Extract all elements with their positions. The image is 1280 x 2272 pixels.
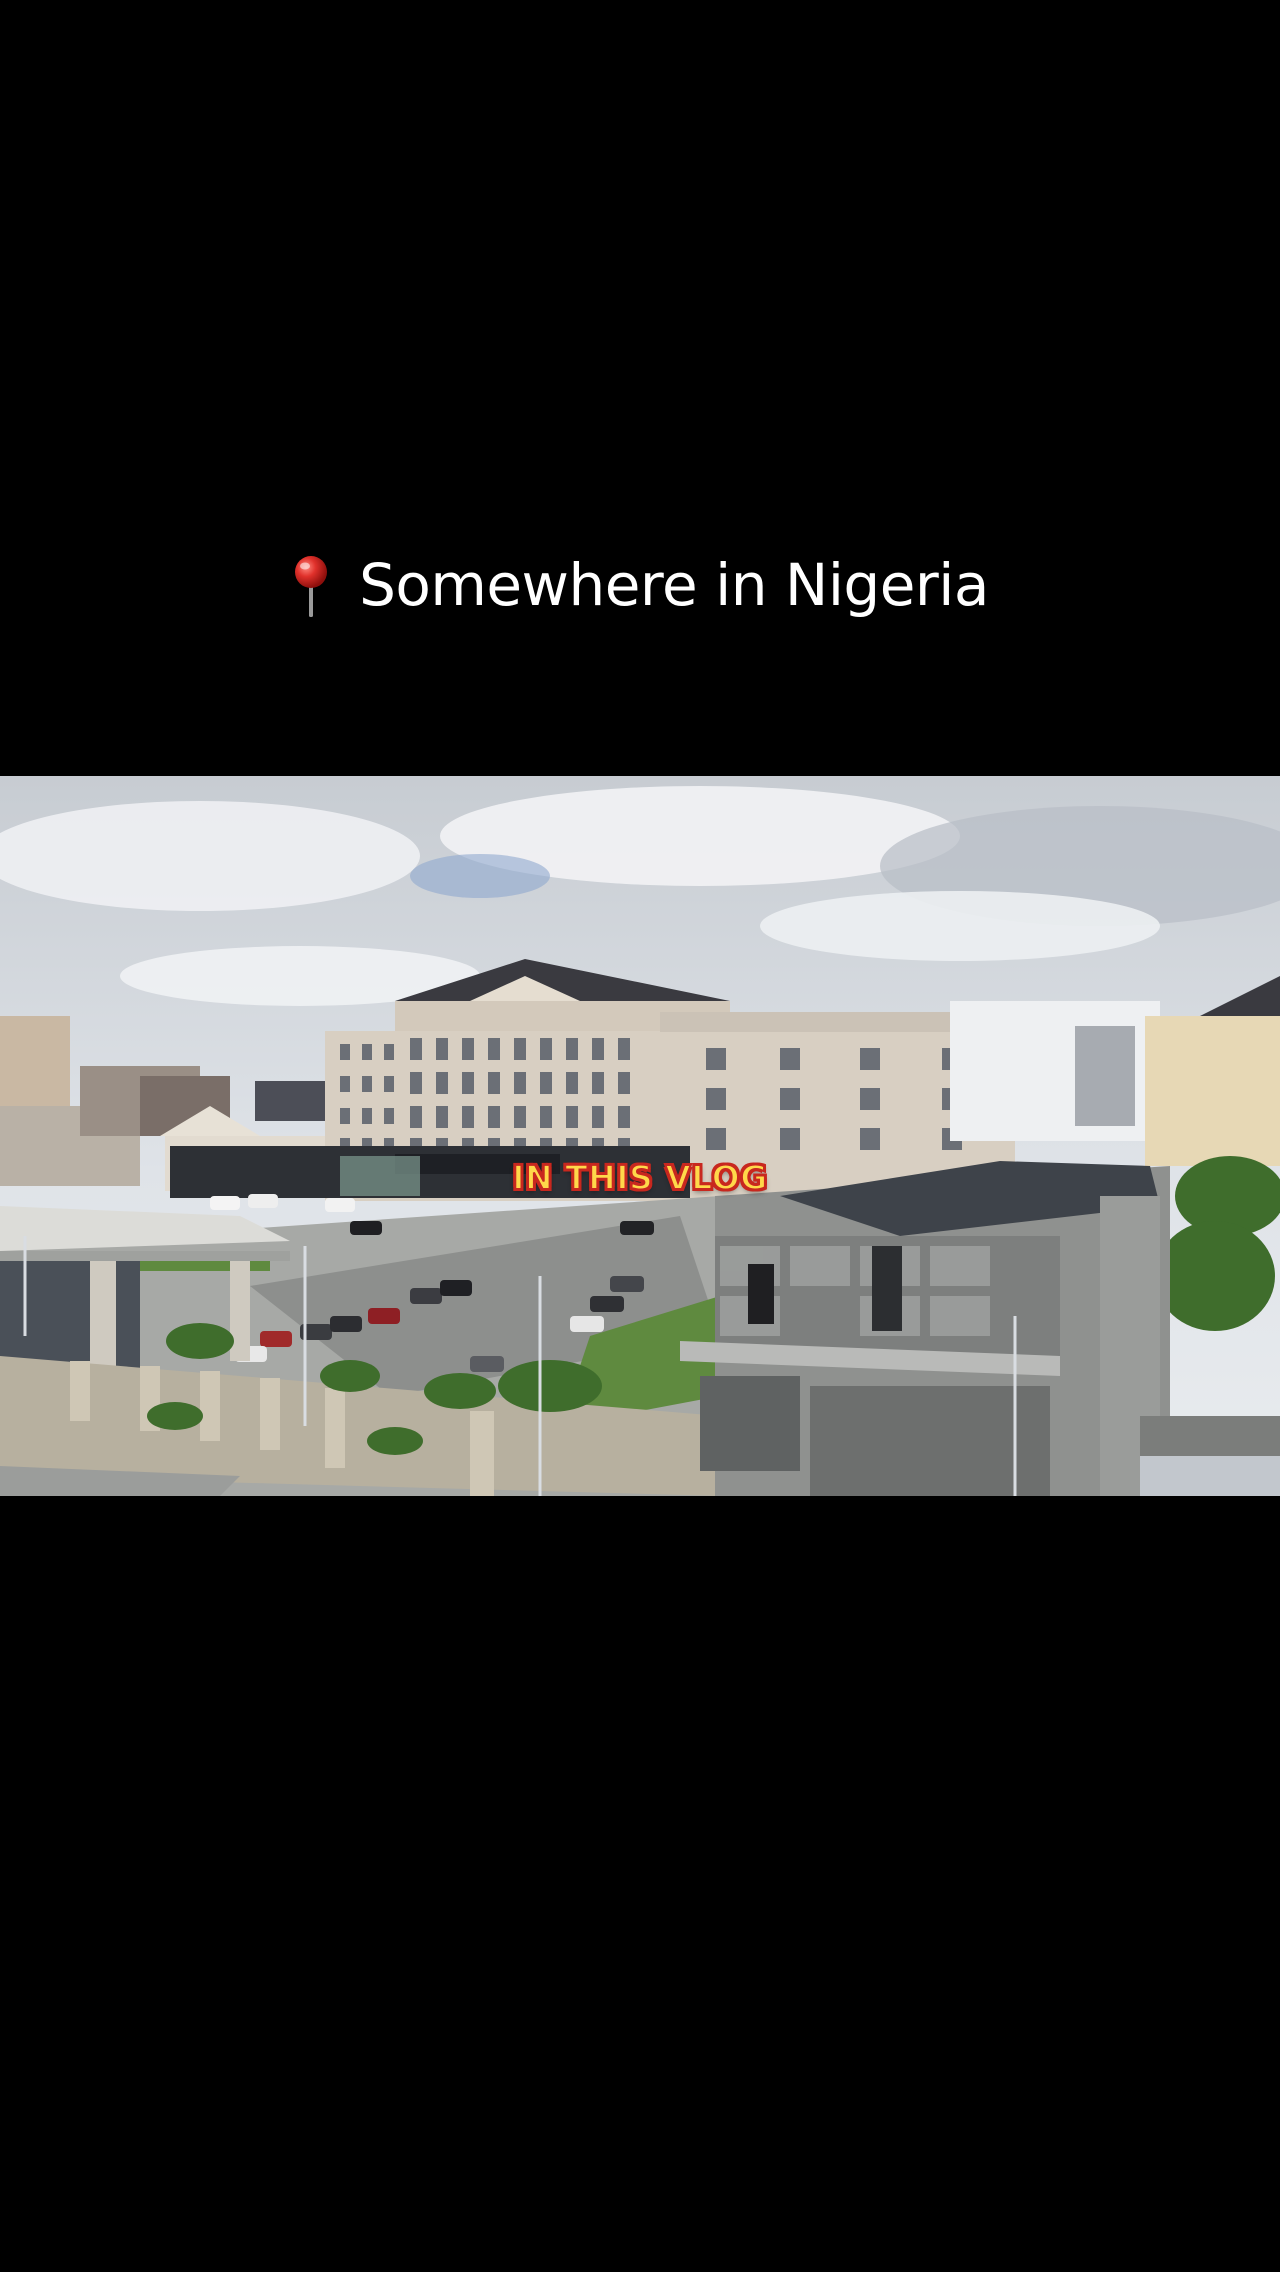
vlog-overlay-title: IN THIS VLOG [511,1157,768,1198]
caption-text: Somewhere in Nigeria [359,551,989,619]
round-pushpin-icon [291,555,331,619]
video-frame[interactable] [0,776,1280,1496]
city-skyline-scene [0,776,1280,1496]
location-caption: Somewhere in Nigeria [0,545,1280,625]
